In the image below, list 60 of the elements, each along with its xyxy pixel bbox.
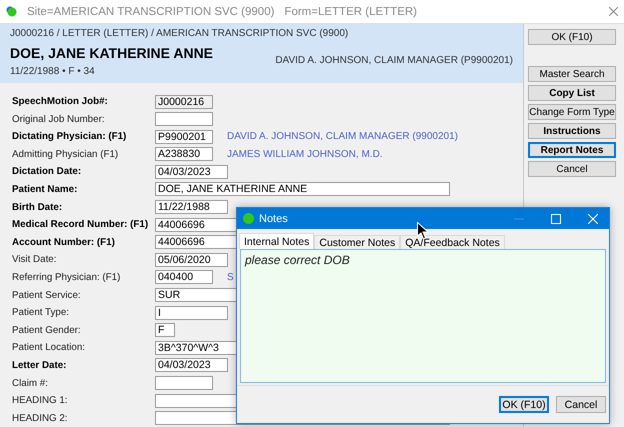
action-button[interactable]: Instructions [528,123,616,139]
field-label: Original Job Number: [12,114,106,125]
input-field[interactable] [155,376,213,390]
action-button[interactable]: Report Notes [528,142,616,158]
dialog-button[interactable]: Cancel [556,396,606,413]
maximize-icon[interactable] [551,214,561,224]
dialog-button[interactable]: OK (F10) [499,396,549,413]
physician-link[interactable]: S [227,272,234,283]
field-label: Dictating Physician: (F1) [12,131,128,142]
window-title: Form=LETTER (LETTER) [284,6,418,18]
notes-field[interactable]: please correct DOB [240,249,606,383]
input-field[interactable]: J0000216 [155,94,213,109]
physician-link[interactable]: JAMES WILLIAM JOHNSON, M.D. [227,148,383,160]
app-icon [243,213,254,224]
field-label: Patient Type: [12,307,70,318]
physician-link[interactable]: DAVID A. JOHNSON, CLAIM MANAGER (9900201) [227,131,458,142]
input-field[interactable]: I [155,306,228,320]
input-field[interactable]: 04/03/2023 [155,164,228,179]
field-label: Patient Service: [12,290,82,301]
input-field[interactable]: 05/06/2020 [155,252,228,267]
notes-tab[interactable]: QA/Feedback Notes [400,235,505,249]
dialog-title: Notes [259,212,288,224]
mouse-cursor-icon [417,222,429,240]
physician-name: DAVID A. JOHNSON, CLAIM MANAGER (P9900201) [275,55,513,66]
field-label: Referring Physician: (F1) [12,272,122,283]
field-label: Letter Date: [12,360,68,371]
input-field[interactable]: A238830 [155,147,213,162]
action-button[interactable]: Master Search [528,66,616,82]
field-label: Patient Location: [12,342,86,354]
field-label: Patient Name: [12,184,78,195]
patient-demographics: 11/22/1988 • F • 34 [10,66,96,80]
field-label: Visit Date: [12,254,58,266]
field-label: Account Number: (F1) [12,236,116,248]
action-button[interactable]: OK (F10) [528,29,616,45]
notes-tab[interactable]: Internal Notes [239,233,314,249]
input-field[interactable] [155,112,213,126]
close-icon[interactable] [609,7,618,16]
input-field[interactable]: 04/03/2023 [155,358,228,372]
action-button[interactable]: Cancel [528,161,616,177]
input-field[interactable]: F [155,323,175,338]
field-label: Dictation Date: [12,166,82,178]
action-button[interactable]: Change Form Type [528,104,616,120]
input-field[interactable]: 11/22/1988 [155,200,228,214]
field-label: Patient Gender: [12,324,82,336]
input-field[interactable]: 040400 [155,270,213,284]
field-label: HEADING 1: [12,395,69,406]
field-label: SpeechMotion Job#: [12,96,109,108]
field-label: Admitting Physician (F1) [12,148,120,160]
window-title: Site=AMERICAN TRANSCRIPTION SVC (9900) [27,6,274,18]
job-path: J0000216 / LETTER (LETTER) / AMERICAN TRANSCRIPTION SVC (9900) [10,28,350,41]
field-label: Medical Record Number: (F1) [12,219,150,230]
field-label: Birth Date: [12,202,64,213]
app-icon [6,6,17,17]
input-field[interactable]: P9900201 [155,130,213,144]
input-field[interactable]: DOE, JANE KATHERINE ANNE [155,182,450,196]
notes-tab[interactable]: Customer Notes [314,235,400,249]
action-button[interactable]: Copy List [528,85,616,101]
field-label: Claim #: [12,378,49,389]
field-label: HEADING 2: [12,412,69,424]
patient-name: DOE, JANE KATHERINE ANNE [10,44,214,63]
